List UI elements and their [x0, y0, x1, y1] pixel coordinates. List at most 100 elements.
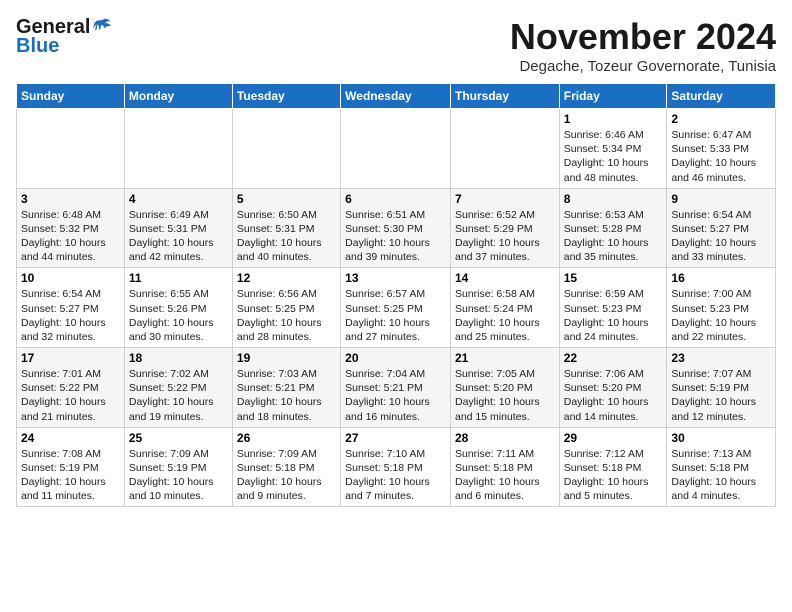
page-header: General Blue November 2024 Degache, Toze… — [16, 16, 776, 75]
logo-blue: Blue — [16, 35, 59, 58]
day-number: 10 — [21, 271, 120, 285]
day-info: Sunrise: 7:09 AM Sunset: 5:18 PM Dayligh… — [237, 447, 336, 504]
calendar-day-cell: 25 Sunrise: 7:09 AM Sunset: 5:19 PM Dayli… — [124, 427, 232, 507]
day-number: 17 — [21, 351, 120, 365]
day-number: 23 — [671, 351, 771, 365]
weekday-header-thursday: Thursday — [450, 84, 559, 109]
calendar-day-cell: 4 Sunrise: 6:49 AM Sunset: 5:31 PM Daylig… — [124, 188, 232, 268]
weekday-header-tuesday: Tuesday — [232, 84, 340, 109]
calendar-day-cell: 8 Sunrise: 6:53 AM Sunset: 5:28 PM Daylig… — [559, 188, 667, 268]
calendar-body: 1Sunrise: 6:46 AM Sunset: 5:34 PM Daylig… — [17, 109, 776, 507]
day-info: Sunrise: 6:52 AM Sunset: 5:29 PM Dayligh… — [455, 208, 555, 265]
calendar-day-cell: 1Sunrise: 6:46 AM Sunset: 5:34 PM Daylig… — [559, 109, 667, 189]
day-number: 12 — [237, 271, 336, 285]
day-info: Sunrise: 6:48 AM Sunset: 5:32 PM Dayligh… — [21, 208, 120, 265]
day-number: 13 — [345, 271, 446, 285]
calendar-day-cell: 20 Sunrise: 7:04 AM Sunset: 5:21 PM Dayli… — [341, 348, 451, 428]
day-info: Sunrise: 7:02 AM Sunset: 5:22 PM Dayligh… — [129, 367, 228, 424]
day-info: Sunrise: 7:12 AM Sunset: 5:18 PM Dayligh… — [564, 447, 663, 504]
day-info: Sunrise: 7:03 AM Sunset: 5:21 PM Dayligh… — [237, 367, 336, 424]
day-number: 9 — [671, 192, 771, 206]
calendar-day-cell — [17, 109, 125, 189]
day-info: Sunrise: 6:56 AM Sunset: 5:25 PM Dayligh… — [237, 287, 336, 344]
calendar-day-cell: 28 Sunrise: 7:11 AM Sunset: 5:18 PM Dayli… — [450, 427, 559, 507]
day-info: Sunrise: 7:04 AM Sunset: 5:21 PM Dayligh… — [345, 367, 446, 424]
day-info: Sunrise: 6:51 AM Sunset: 5:30 PM Dayligh… — [345, 208, 446, 265]
day-info: Sunrise: 6:49 AM Sunset: 5:31 PM Dayligh… — [129, 208, 228, 265]
calendar-day-cell: 27Sunrise: 7:10 AM Sunset: 5:18 PM Dayli… — [341, 427, 451, 507]
day-info: Sunrise: 6:58 AM Sunset: 5:24 PM Dayligh… — [455, 287, 555, 344]
calendar-day-cell: 14 Sunrise: 6:58 AM Sunset: 5:24 PM Dayli… — [450, 268, 559, 348]
calendar-week-row: 3 Sunrise: 6:48 AM Sunset: 5:32 PM Daylig… — [17, 188, 776, 268]
day-number: 15 — [564, 271, 663, 285]
calendar-day-cell: 2 Sunrise: 6:47 AM Sunset: 5:33 PM Daylig… — [667, 109, 776, 189]
calendar-day-cell: 21 Sunrise: 7:05 AM Sunset: 5:20 PM Dayli… — [450, 348, 559, 428]
day-info: Sunrise: 6:57 AM Sunset: 5:25 PM Dayligh… — [345, 287, 446, 344]
day-info: Sunrise: 6:54 AM Sunset: 5:27 PM Dayligh… — [21, 287, 120, 344]
calendar-day-cell: 13 Sunrise: 6:57 AM Sunset: 5:25 PM Dayli… — [341, 268, 451, 348]
calendar-day-cell: 17 Sunrise: 7:01 AM Sunset: 5:22 PM Dayli… — [17, 348, 125, 428]
day-info: Sunrise: 7:09 AM Sunset: 5:19 PM Dayligh… — [129, 447, 228, 504]
calendar-day-cell: 23 Sunrise: 7:07 AM Sunset: 5:19 PM Dayli… — [667, 348, 776, 428]
day-info: Sunrise: 6:47 AM Sunset: 5:33 PM Dayligh… — [671, 128, 771, 185]
calendar-day-cell: 12 Sunrise: 6:56 AM Sunset: 5:25 PM Dayli… — [232, 268, 340, 348]
day-number: 22 — [564, 351, 663, 365]
calendar-day-cell: 9 Sunrise: 6:54 AM Sunset: 5:27 PM Daylig… — [667, 188, 776, 268]
weekday-row: SundayMondayTuesdayWednesdayThursdayFrid… — [17, 84, 776, 109]
day-number: 2 — [671, 112, 771, 126]
location-subtitle: Degache, Tozeur Governorate, Tunisia — [510, 58, 776, 75]
weekday-header-saturday: Saturday — [667, 84, 776, 109]
day-number: 4 — [129, 192, 228, 206]
calendar-day-cell: 7 Sunrise: 6:52 AM Sunset: 5:29 PM Daylig… — [450, 188, 559, 268]
month-title: November 2024 — [510, 16, 776, 58]
calendar-day-cell: 15Sunrise: 6:59 AM Sunset: 5:23 PM Dayli… — [559, 268, 667, 348]
day-number: 27 — [345, 431, 446, 445]
day-number: 28 — [455, 431, 555, 445]
day-number: 7 — [455, 192, 555, 206]
day-info: Sunrise: 7:11 AM Sunset: 5:18 PM Dayligh… — [455, 447, 555, 504]
calendar-day-cell: 6Sunrise: 6:51 AM Sunset: 5:30 PM Daylig… — [341, 188, 451, 268]
day-number: 3 — [21, 192, 120, 206]
calendar-week-row: 17 Sunrise: 7:01 AM Sunset: 5:22 PM Dayli… — [17, 348, 776, 428]
day-info: Sunrise: 7:13 AM Sunset: 5:18 PM Dayligh… — [671, 447, 771, 504]
day-info: Sunrise: 7:01 AM Sunset: 5:22 PM Dayligh… — [21, 367, 120, 424]
calendar-day-cell: 5Sunrise: 6:50 AM Sunset: 5:31 PM Daylig… — [232, 188, 340, 268]
weekday-header-sunday: Sunday — [17, 84, 125, 109]
calendar-day-cell: 16 Sunrise: 7:00 AM Sunset: 5:23 PM Dayli… — [667, 268, 776, 348]
calendar-day-cell: 22 Sunrise: 7:06 AM Sunset: 5:20 PM Dayli… — [559, 348, 667, 428]
weekday-header-friday: Friday — [559, 84, 667, 109]
day-number: 5 — [237, 192, 336, 206]
calendar-day-cell: 19Sunrise: 7:03 AM Sunset: 5:21 PM Dayli… — [232, 348, 340, 428]
calendar-day-cell — [124, 109, 232, 189]
day-number: 21 — [455, 351, 555, 365]
day-number: 11 — [129, 271, 228, 285]
day-number: 20 — [345, 351, 446, 365]
calendar-day-cell: 10 Sunrise: 6:54 AM Sunset: 5:27 PM Dayli… — [17, 268, 125, 348]
calendar-day-cell: 3 Sunrise: 6:48 AM Sunset: 5:32 PM Daylig… — [17, 188, 125, 268]
day-info: Sunrise: 6:55 AM Sunset: 5:26 PM Dayligh… — [129, 287, 228, 344]
day-info: Sunrise: 7:00 AM Sunset: 5:23 PM Dayligh… — [671, 287, 771, 344]
day-info: Sunrise: 7:05 AM Sunset: 5:20 PM Dayligh… — [455, 367, 555, 424]
day-number: 25 — [129, 431, 228, 445]
day-number: 29 — [564, 431, 663, 445]
calendar-day-cell — [232, 109, 340, 189]
day-info: Sunrise: 7:08 AM Sunset: 5:19 PM Dayligh… — [21, 447, 120, 504]
day-info: Sunrise: 7:07 AM Sunset: 5:19 PM Dayligh… — [671, 367, 771, 424]
day-number: 14 — [455, 271, 555, 285]
day-info: Sunrise: 6:53 AM Sunset: 5:28 PM Dayligh… — [564, 208, 663, 265]
day-number: 30 — [671, 431, 771, 445]
calendar-day-cell — [341, 109, 451, 189]
logo-bird-icon — [92, 17, 114, 39]
day-number: 16 — [671, 271, 771, 285]
day-info: Sunrise: 6:54 AM Sunset: 5:27 PM Dayligh… — [671, 208, 771, 265]
weekday-header-monday: Monday — [124, 84, 232, 109]
calendar-day-cell: 30 Sunrise: 7:13 AM Sunset: 5:18 PM Dayli… — [667, 427, 776, 507]
day-number: 1 — [564, 112, 663, 126]
logo: General Blue — [16, 16, 114, 58]
calendar-week-row: 1Sunrise: 6:46 AM Sunset: 5:34 PM Daylig… — [17, 109, 776, 189]
day-number: 8 — [564, 192, 663, 206]
weekday-header-wednesday: Wednesday — [341, 84, 451, 109]
calendar-day-cell: 11 Sunrise: 6:55 AM Sunset: 5:26 PM Dayli… — [124, 268, 232, 348]
calendar-day-cell: 26Sunrise: 7:09 AM Sunset: 5:18 PM Dayli… — [232, 427, 340, 507]
day-info: Sunrise: 7:06 AM Sunset: 5:20 PM Dayligh… — [564, 367, 663, 424]
